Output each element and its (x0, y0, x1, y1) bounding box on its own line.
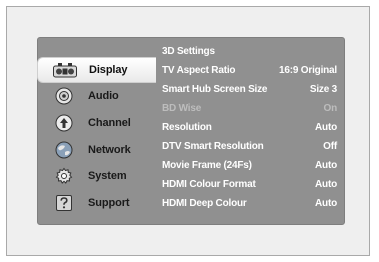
setting-value: On (323, 103, 338, 114)
setting-label: TV Aspect Ratio (162, 65, 236, 76)
setting-label: DTV Smart Resolution (162, 141, 264, 152)
setting-smart-hub-screen-size[interactable]: Smart Hub Screen Size Size 3 (162, 80, 337, 99)
setting-value: Auto (315, 160, 337, 171)
setting-value: 16:9 Original (279, 65, 337, 76)
category-display[interactable]: Display (37, 57, 156, 83)
category-network[interactable]: Network (37, 137, 156, 163)
setting-label: Resolution (162, 122, 212, 133)
setting-value: Auto (315, 198, 337, 209)
category-support[interactable]: Support (37, 190, 156, 216)
category-label-audio: Audio (88, 90, 119, 102)
setting-movie-frame[interactable]: Movie Frame (24Fs) Auto (162, 156, 337, 175)
system-icon (51, 167, 77, 185)
category-label-support: Support (88, 197, 130, 209)
network-icon (51, 141, 77, 159)
display-icon (52, 61, 78, 79)
setting-label: 3D Settings (162, 46, 215, 57)
setting-value: Size 3 (309, 84, 337, 95)
setting-bd-wise: BD Wise On (162, 99, 337, 118)
support-icon (51, 194, 77, 212)
setting-value: Auto (315, 122, 337, 133)
setting-hdmi-colour-format[interactable]: HDMI Colour Format Auto (162, 175, 337, 194)
setting-label: Movie Frame (24Fs) (162, 160, 252, 171)
display-settings-list: 3D Settings TV Aspect Ratio 16:9 Origina… (157, 40, 340, 220)
setting-hdmi-deep-colour[interactable]: HDMI Deep Colour Auto (162, 194, 337, 213)
category-channel[interactable]: Channel (37, 110, 156, 136)
category-audio[interactable]: Audio (37, 83, 156, 109)
setting-3d-settings[interactable]: 3D Settings (162, 42, 337, 61)
category-system[interactable]: System (37, 163, 156, 189)
setting-resolution[interactable]: Resolution Auto (162, 118, 337, 137)
audio-icon (51, 87, 77, 105)
setting-tv-aspect-ratio[interactable]: TV Aspect Ratio 16:9 Original (162, 61, 337, 80)
setting-value: Off (323, 141, 337, 152)
setting-label: HDMI Deep Colour (162, 198, 247, 209)
channel-icon (51, 114, 77, 132)
setting-label: HDMI Colour Format (162, 179, 256, 190)
setting-label: Smart Hub Screen Size (162, 84, 268, 95)
category-label-channel: Channel (88, 117, 131, 129)
setting-dtv-smart-resolution[interactable]: DTV Smart Resolution Off (162, 137, 337, 156)
category-label-network: Network (88, 144, 131, 156)
setting-label: BD Wise (162, 103, 202, 114)
category-label-display: Display (89, 64, 128, 76)
setting-value: Auto (315, 179, 337, 190)
category-menu: Display Audio Channel Network System Sup… (37, 37, 156, 225)
category-label-system: System (88, 170, 127, 182)
